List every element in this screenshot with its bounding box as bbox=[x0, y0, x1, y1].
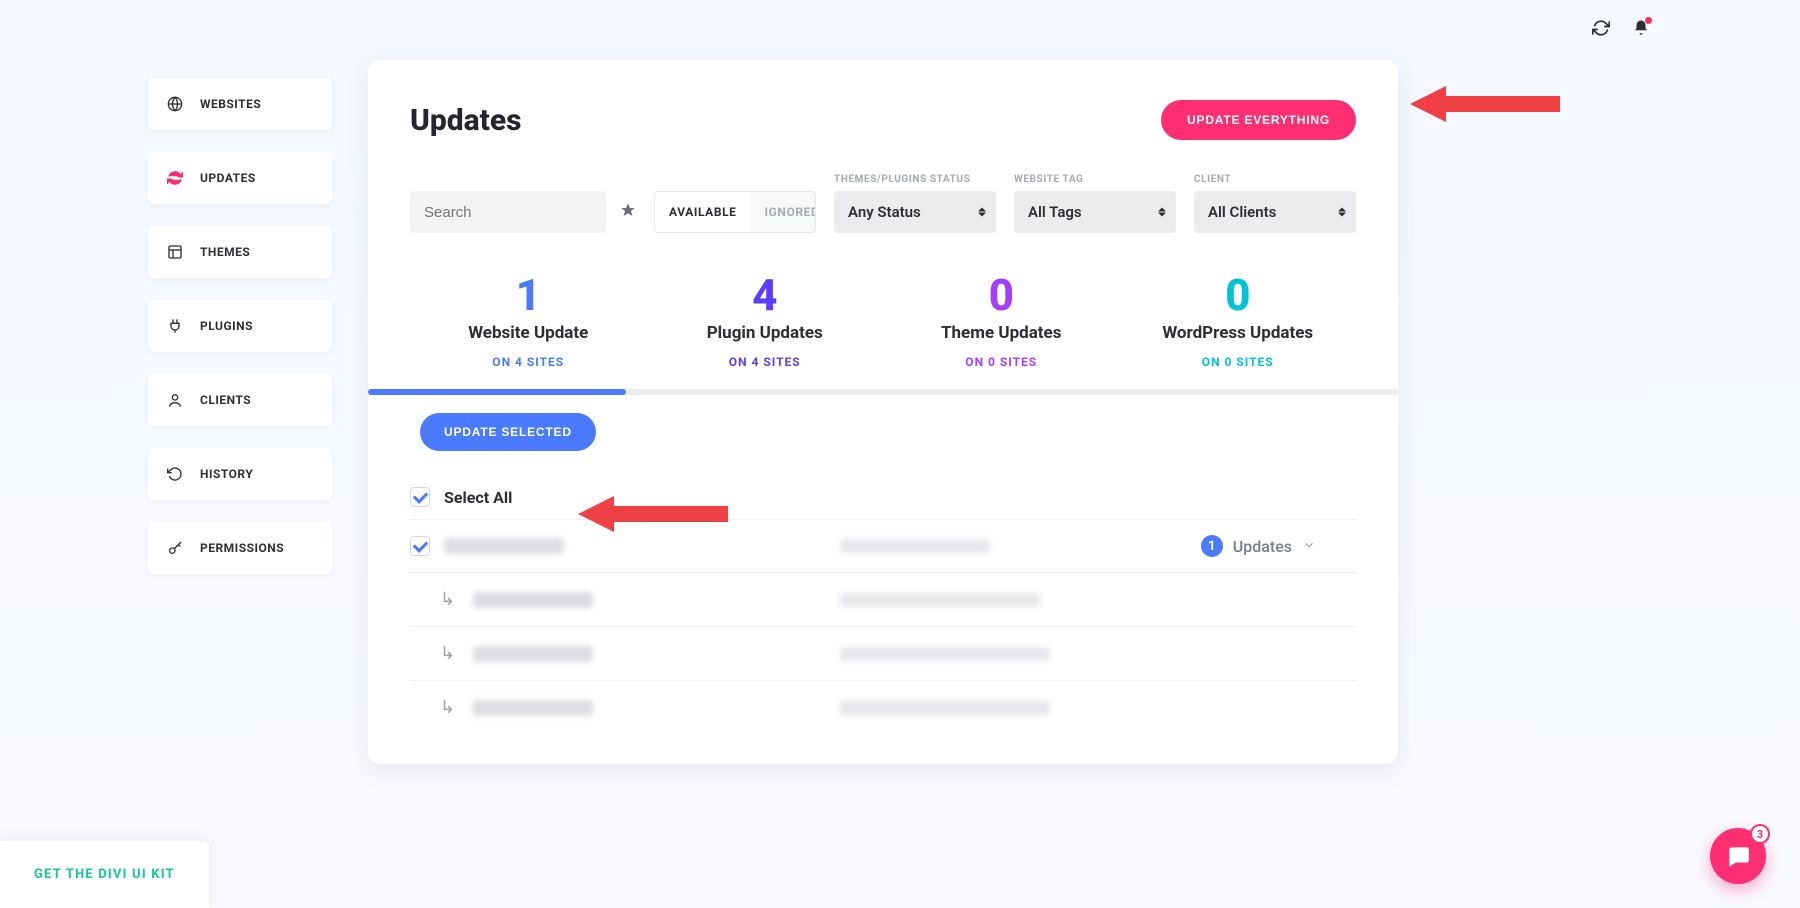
sidebar-item-permissions[interactable]: PERMISSIONS bbox=[148, 522, 332, 574]
globe-icon bbox=[166, 95, 184, 113]
stat-sub: ON 0 SITES bbox=[965, 355, 1037, 369]
sidebar-item-history[interactable]: HISTORY bbox=[148, 448, 332, 500]
client-select-value: All Clients bbox=[1208, 203, 1276, 221]
topbar bbox=[0, 0, 1800, 56]
tag-select[interactable]: All Tags bbox=[1014, 191, 1176, 233]
site-row[interactable]: ↳ bbox=[410, 681, 1356, 734]
sidebar-item-label: THEMES bbox=[200, 245, 250, 259]
notification-dot bbox=[1645, 17, 1652, 24]
sidebar-item-websites[interactable]: WEBSITES bbox=[148, 78, 332, 130]
sidebar-item-label: CLIENTS bbox=[200, 393, 251, 407]
list-area: Select All 1 Updates ↳ ↳ ↳ bbox=[368, 451, 1398, 734]
site-name-redacted bbox=[473, 592, 593, 608]
site-url-redacted bbox=[840, 539, 990, 553]
site-name-redacted bbox=[473, 700, 593, 716]
stat-sub: ON 4 SITES bbox=[492, 355, 564, 369]
client-select-label: CLIENT bbox=[1194, 174, 1356, 185]
update-selected-button[interactable]: UPDATE SELECTED bbox=[420, 413, 596, 451]
sidebar-item-updates[interactable]: UPDATES bbox=[148, 152, 332, 204]
sidebar-item-label: WEBSITES bbox=[200, 97, 261, 111]
stat-num: 4 bbox=[752, 273, 777, 317]
sidebar-item-plugins[interactable]: PLUGINS bbox=[148, 300, 332, 352]
layout-icon bbox=[166, 243, 184, 261]
chevron-down-icon bbox=[1302, 537, 1316, 556]
chat-button[interactable]: 3 bbox=[1710, 828, 1766, 884]
tag-select-value: All Tags bbox=[1028, 203, 1082, 221]
stat-sub: ON 4 SITES bbox=[729, 355, 801, 369]
main-panel: Updates UPDATE EVERYTHING AVAILABLE IGNO… bbox=[368, 60, 1398, 764]
tab-indicator-bar bbox=[368, 389, 626, 395]
refresh-icon bbox=[166, 169, 184, 187]
child-arrow-icon: ↳ bbox=[440, 589, 455, 610]
stat-label: Theme Updates bbox=[941, 323, 1061, 343]
stat-website-updates[interactable]: 1 Website Update ON 4 SITES bbox=[410, 273, 647, 369]
stat-plugin-updates[interactable]: 4 Plugin Updates ON 4 SITES bbox=[647, 273, 884, 369]
header-row: Updates UPDATE EVERYTHING bbox=[410, 100, 1356, 140]
updates-count[interactable]: 1 Updates bbox=[1201, 535, 1316, 557]
history-icon bbox=[166, 465, 184, 483]
stats-row: 1 Website Update ON 4 SITES 4 Plugin Upd… bbox=[410, 273, 1356, 369]
status-select-value: Any Status bbox=[848, 203, 921, 221]
select-all-label: Select All bbox=[444, 488, 512, 507]
status-select[interactable]: Any Status bbox=[834, 191, 996, 233]
toggle-available[interactable]: AVAILABLE bbox=[655, 192, 751, 232]
key-icon bbox=[166, 539, 184, 557]
stat-sub: ON 0 SITES bbox=[1202, 355, 1274, 369]
toggle-ignored[interactable]: IGNORED bbox=[751, 192, 816, 232]
tag-select-label: WEBSITE TAG bbox=[1014, 174, 1176, 185]
caret-icon bbox=[1158, 208, 1166, 217]
annotation-arrow bbox=[1410, 82, 1560, 126]
caret-icon bbox=[1338, 208, 1346, 217]
sidebar-item-clients[interactable]: CLIENTS bbox=[148, 374, 332, 426]
site-row[interactable]: ↳ bbox=[410, 627, 1356, 681]
sidebar: WEBSITES UPDATES THEMES PLUGINS CLIENTS … bbox=[148, 78, 332, 574]
page-title: Updates bbox=[410, 103, 522, 138]
updates-label: Updates bbox=[1233, 537, 1292, 556]
stat-label: Plugin Updates bbox=[707, 323, 823, 343]
tab-indicator bbox=[368, 389, 1398, 395]
subaction-row: UPDATE SELECTED bbox=[368, 395, 1398, 451]
update-everything-button[interactable]: UPDATE EVERYTHING bbox=[1161, 100, 1356, 140]
stat-wordpress-updates[interactable]: 0 WordPress Updates ON 0 SITES bbox=[1120, 273, 1357, 369]
stat-num: 0 bbox=[989, 273, 1014, 317]
caret-icon bbox=[978, 208, 986, 217]
updates-badge: 1 bbox=[1201, 535, 1223, 557]
star-icon[interactable] bbox=[620, 202, 636, 222]
child-arrow-icon: ↳ bbox=[440, 643, 455, 664]
select-all-checkbox[interactable] bbox=[410, 487, 430, 507]
availability-toggle: AVAILABLE IGNORED bbox=[654, 191, 816, 233]
site-row[interactable]: ↳ bbox=[410, 573, 1356, 627]
stat-theme-updates[interactable]: 0 Theme Updates ON 0 SITES bbox=[883, 273, 1120, 369]
stat-label: WordPress Updates bbox=[1162, 323, 1313, 343]
chat-count-badge: 3 bbox=[1750, 824, 1770, 844]
site-row[interactable]: 1 Updates bbox=[410, 520, 1356, 573]
refresh-icon[interactable] bbox=[1592, 19, 1610, 37]
site-name-redacted bbox=[444, 538, 564, 554]
site-name-redacted bbox=[473, 646, 593, 662]
user-icon bbox=[166, 391, 184, 409]
site-url-redacted bbox=[840, 647, 1050, 661]
site-checkbox[interactable] bbox=[410, 536, 430, 556]
status-select-label: THEMES/PLUGINS STATUS bbox=[834, 174, 996, 185]
site-url-redacted bbox=[840, 593, 1040, 607]
stat-num: 0 bbox=[1225, 273, 1250, 317]
sidebar-item-label: HISTORY bbox=[200, 467, 253, 481]
search-input[interactable] bbox=[410, 191, 606, 233]
site-url-redacted bbox=[840, 701, 1050, 715]
sidebar-item-label: UPDATES bbox=[200, 171, 256, 185]
select-all-row: Select All bbox=[410, 475, 1356, 520]
promo-banner[interactable]: GET THE DIVI UI KIT bbox=[0, 841, 209, 908]
plug-icon bbox=[166, 317, 184, 335]
filter-row: AVAILABLE IGNORED THEMES/PLUGINS STATUS … bbox=[410, 174, 1356, 233]
sidebar-item-themes[interactable]: THEMES bbox=[148, 226, 332, 278]
child-arrow-icon: ↳ bbox=[440, 697, 455, 718]
sidebar-item-label: PERMISSIONS bbox=[200, 541, 284, 555]
stat-label: Website Update bbox=[468, 323, 588, 343]
client-select[interactable]: All Clients bbox=[1194, 191, 1356, 233]
bell-icon[interactable] bbox=[1632, 19, 1650, 37]
stat-num: 1 bbox=[516, 273, 541, 317]
sidebar-item-label: PLUGINS bbox=[200, 319, 253, 333]
